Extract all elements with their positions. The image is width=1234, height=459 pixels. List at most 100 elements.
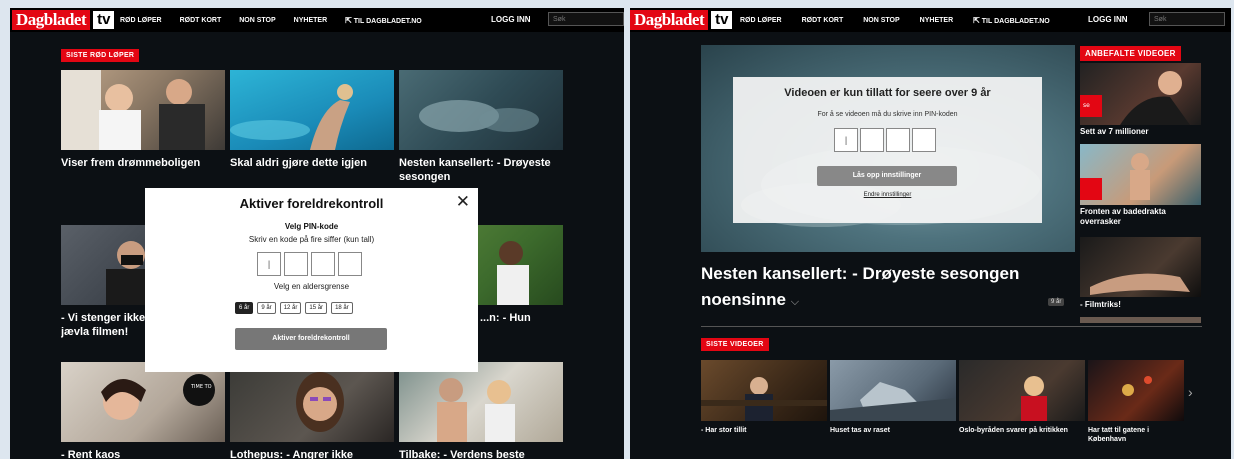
recommended-caption-2[interactable]: Fronten av badedrakta overrasker [1080, 207, 1201, 227]
nav-rodt-kort[interactable]: RØDT KORT [180, 17, 222, 24]
left-window: Dagbladet tv RØD LØPER RØDT KORT NON STO… [10, 8, 624, 459]
nav-rod-loper-right[interactable]: RØD LØPER [740, 17, 782, 24]
caption-3[interactable]: Nesten kansellert: - Drøyeste sesongen [399, 156, 563, 184]
thumbnail-3[interactable] [399, 70, 563, 150]
recommended-thumb-4[interactable] [1080, 317, 1201, 323]
logo-tv-right: tv [711, 11, 733, 29]
latest-thumb-1[interactable] [701, 360, 827, 421]
age-rating-badge: 9 år [1048, 298, 1065, 306]
age-option-6[interactable]: 6 år [235, 302, 254, 314]
video-pin-digit-3[interactable] [886, 128, 910, 152]
caption-2[interactable]: Skal aldri gjøre dette igjen [230, 156, 396, 170]
nav-til-dagbladet[interactable]: ⇱ TIL DAGBLADET.NO [345, 16, 422, 25]
nav-rodt-kort-right[interactable]: RØDT KORT [802, 17, 844, 24]
thumbnail-8[interactable] [399, 362, 563, 442]
age-limit-options: 6 år 9 år 12 år 15 år 18 år [235, 302, 353, 314]
thumbnail-6-art: TIME TO [101, 374, 215, 420]
search-input-right[interactable]: Søk [1149, 12, 1225, 26]
latest-caption-3[interactable]: Oslo-byråden svarer på kritikken [959, 426, 1079, 435]
activate-parental-control-button[interactable]: Aktiver foreldrekontroll [235, 328, 387, 350]
thumbnail-7-art [296, 372, 344, 432]
pin-digit-1[interactable]: | [257, 252, 281, 276]
recommended-thumb-1[interactable]: se [1080, 63, 1201, 125]
caption-1[interactable]: Viser frem drømmeboligen [61, 156, 227, 170]
login-link-right[interactable]: LOGG INN [1088, 8, 1128, 32]
change-settings-link[interactable]: Endre innstillinger [733, 192, 1042, 198]
pin-digit-2[interactable] [284, 252, 308, 276]
latest-caption-2[interactable]: Huset tas av raset [830, 426, 956, 435]
age-option-12[interactable]: 12 år [279, 302, 302, 314]
age-restriction-description: For å se videoen må du skrive inn PIN-ko… [817, 111, 958, 118]
section-label-latest: SISTE VIDEOER [701, 338, 769, 351]
top-navigation: Dagbladet tv RØD LØPER RØDT KORT NON STO… [10, 8, 624, 32]
recommended-thumb-2[interactable] [1080, 144, 1201, 205]
latest-thumb-4-art [1122, 376, 1152, 396]
recommended-caption-3[interactable]: - Filmtriks! [1080, 300, 1201, 310]
thumbnail-1-art [61, 70, 205, 150]
modal-description: Skriv en kode på fire siffer (kun tall) [248, 235, 375, 244]
unlock-settings-button[interactable]: Lås opp innstillinger [817, 166, 957, 186]
nav-rod-loper[interactable]: RØD LØPER [120, 17, 162, 24]
thumbnail-1[interactable] [61, 70, 225, 150]
nav-til-dagbladet-right[interactable]: ⇱ TIL DAGBLADET.NO [973, 16, 1050, 25]
top-navigation-right: Dagbladet tv RØD LØPER RØDT KORT NON STO… [630, 8, 1231, 32]
age-option-9[interactable]: 9 år [257, 302, 276, 314]
recommended-caption-1[interactable]: Sett av 7 millioner [1080, 127, 1201, 137]
chevron-down-icon[interactable]: ⌵ [791, 296, 799, 308]
thumbnail-2[interactable] [230, 70, 394, 150]
section-divider [701, 326, 1202, 327]
age-restriction-overlay: Videoen er kun tillatt for seere over 9 … [733, 77, 1042, 223]
search-input[interactable]: Søk [548, 12, 624, 26]
latest-thumb-3[interactable] [959, 360, 1085, 421]
dagbladet-tv-logo[interactable]: Dagbladet tv [12, 10, 115, 30]
nav-nyheter-right[interactable]: NYHETER [920, 17, 953, 24]
dagbladet-tv-logo-right[interactable]: Dagbladet tv [630, 10, 733, 30]
recommended-thumb-3-art [1090, 273, 1190, 295]
login-link[interactable]: LOGG INN [491, 8, 531, 32]
nav-non-stop-right[interactable]: NON STOP [863, 17, 899, 24]
caption-8[interactable]: Tilbake: - Verdens beste [399, 448, 563, 459]
age-option-15[interactable]: 15 år [305, 302, 328, 314]
latest-caption-4[interactable]: Har tatt til gatene i København [1088, 426, 1184, 444]
right-window: Dagbladet tv RØD LØPER RØDT KORT NON STO… [630, 8, 1231, 459]
age-limit-label: Velg en aldersgrense [273, 282, 350, 291]
caption-4[interactable]: - Vi stenger ikke - jævla filmen! [61, 311, 157, 339]
chevron-right-icon[interactable]: › [1188, 384, 1193, 400]
video-title-text: Nesten kansellert: - Drøyeste sesongen n… [701, 264, 1020, 309]
external-link-icon-right: ⇱ [973, 15, 980, 25]
video-title: Nesten kansellert: - Drøyeste sesongen n… [701, 261, 1071, 315]
pin-digit-4[interactable] [338, 252, 362, 276]
video-player[interactable]: Videoen er kun tillatt for seere over 9 … [701, 45, 1075, 252]
nav-nyheter[interactable]: NYHETER [294, 17, 327, 24]
thumbnail-6[interactable]: TIME TO [61, 362, 225, 442]
svg-text:TIME TO: TIME TO [190, 384, 212, 390]
modal-subtitle: Velg PIN-kode [284, 222, 339, 231]
caption-6[interactable]: - Rent kaos [61, 448, 225, 459]
latest-thumb-3-art [1021, 376, 1047, 421]
latest-thumb-4[interactable] [1088, 360, 1184, 421]
caption-7[interactable]: Lothepus: - Angrer ikke [230, 448, 394, 459]
video-pin-digit-1[interactable]: | [834, 128, 858, 152]
thumbnail-8-art [437, 378, 515, 442]
thumbnail-7[interactable] [230, 362, 394, 442]
thumbnail-2-art [230, 84, 353, 150]
pin-code-inputs-video: | [834, 128, 936, 152]
svg-text:se: se [1083, 102, 1090, 109]
recommended-thumb-3[interactable] [1080, 237, 1201, 297]
nav-til-dagbladet-label: TIL DAGBLADET.NO [353, 17, 422, 25]
nav-non-stop[interactable]: NON STOP [239, 17, 275, 24]
logo-text: Dagbladet [12, 10, 91, 30]
caption-5[interactable]: ...n: - Hun [480, 311, 564, 325]
thumbnail-3-art [419, 100, 539, 132]
latest-caption-1[interactable]: - Har stor tillit [701, 426, 827, 435]
recommended-thumb-2-art [1080, 153, 1150, 200]
video-pin-digit-2[interactable] [860, 128, 884, 152]
pin-digit-3[interactable] [311, 252, 335, 276]
modal-title: Aktiver foreldrekontroll [239, 196, 384, 211]
age-option-18[interactable]: 18 år [331, 302, 353, 314]
pin-code-inputs: | [257, 252, 362, 276]
video-pin-digit-4[interactable] [912, 128, 936, 152]
latest-thumb-2[interactable] [830, 360, 956, 421]
external-link-icon: ⇱ [345, 15, 352, 25]
nav-til-dagbladet-label-right: TIL DAGBLADET.NO [981, 17, 1050, 25]
